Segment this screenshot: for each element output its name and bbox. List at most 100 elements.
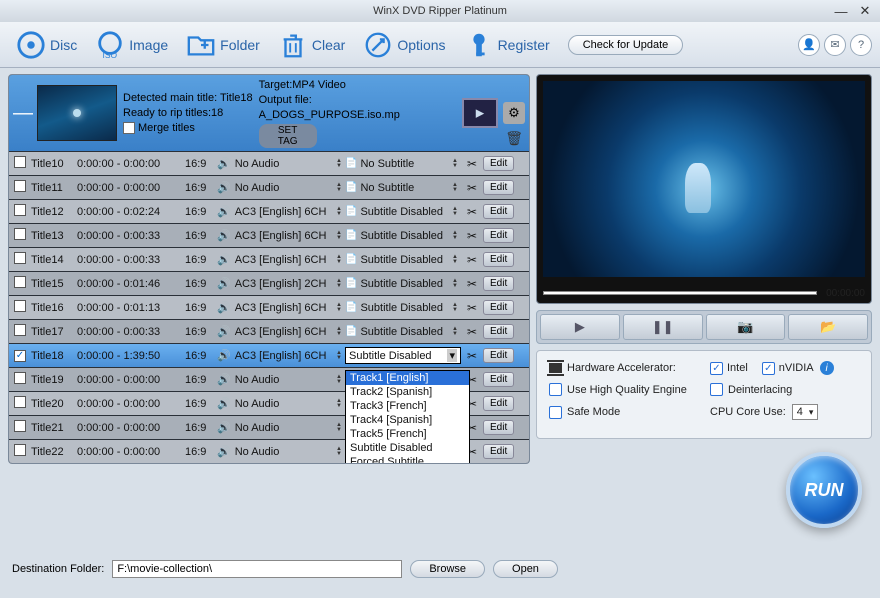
merge-titles-checkbox[interactable]: Merge titles [123,122,253,134]
title-checkbox[interactable] [14,444,26,456]
edit-button[interactable]: Edit [483,348,514,363]
audio-stepper[interactable]: ▲▼ [336,399,342,409]
edit-button[interactable]: Edit [483,204,514,219]
info-icon[interactable]: i [820,361,834,375]
subtitle-stepper[interactable]: ▲▼ [452,279,458,289]
deinterlacing-checkbox[interactable]: Deinterlacing [710,383,792,396]
title-row[interactable]: Title16 0:00:00 - 0:01:13 16:9 🔊AC3 [Eng… [9,295,529,319]
title-checkbox[interactable] [14,420,26,432]
pause-button[interactable]: ❚❚ [623,314,703,340]
subtitle-stepper[interactable]: ▲▼ [452,183,458,193]
scissors-icon[interactable]: ✂ [461,229,483,243]
edit-button[interactable]: Edit [483,372,514,387]
play-button[interactable]: ▶ [540,314,620,340]
audio-stepper[interactable]: ▲▼ [336,423,342,433]
check-update-button[interactable]: Check for Update [568,35,684,55]
help-icon[interactable]: ? [850,34,872,56]
run-button[interactable]: RUN [786,452,862,528]
title-checkbox[interactable] [14,156,26,168]
title-row[interactable]: Title15 0:00:00 - 0:01:46 16:9 🔊AC3 [Eng… [9,271,529,295]
edit-button[interactable]: Edit [483,300,514,315]
subtitle-stepper[interactable]: ▲▼ [452,231,458,241]
set-tag-button[interactable]: SET TAG [259,124,317,148]
safe-mode-checkbox[interactable]: Safe Mode [549,406,620,419]
title-checkbox[interactable] [14,180,26,192]
audio-stepper[interactable]: ▲▼ [336,327,342,337]
audio-stepper[interactable]: ▲▼ [336,279,342,289]
close-button[interactable]: ✕ [856,4,874,18]
edit-button[interactable]: Edit [483,180,514,195]
subtitle-select[interactable]: Subtitle Disabled [345,347,461,364]
account-icon[interactable]: 👤 [798,34,820,56]
title-checkbox[interactable] [14,396,26,408]
output-preview-button[interactable] [462,98,498,128]
mail-icon[interactable]: ✉ [824,34,846,56]
options-button[interactable]: Options [355,26,453,64]
subtitle-option[interactable]: Track1 [English] [346,371,469,385]
audio-stepper[interactable]: ▲▼ [336,351,342,361]
subtitle-option[interactable]: Track3 [French] [346,399,469,413]
subtitle-stepper[interactable]: ▲▼ [452,207,458,217]
edit-button[interactable]: Edit [483,324,514,339]
subtitle-stepper[interactable]: ▲▼ [452,255,458,265]
scissors-icon[interactable]: ✂ [461,349,483,363]
edit-button[interactable]: Edit [483,276,514,291]
audio-stepper[interactable]: ▲▼ [336,207,342,217]
title-row[interactable]: Title14 0:00:00 - 0:00:33 16:9 🔊AC3 [Eng… [9,247,529,271]
title-checkbox[interactable] [14,204,26,216]
edit-button[interactable]: Edit [483,444,514,459]
open-button[interactable]: Open [493,560,558,578]
dest-folder-input[interactable] [112,560,402,578]
hq-engine-checkbox[interactable]: Use High Quality Engine [549,383,687,396]
nvidia-checkbox[interactable]: ✓nVIDIA [762,362,814,375]
audio-stepper[interactable]: ▲▼ [336,255,342,265]
snapshot-folder-button[interactable]: 📂 [788,314,868,340]
title-checkbox[interactable] [14,324,26,336]
scissors-icon[interactable]: ✂ [461,325,483,339]
audio-stepper[interactable]: ▲▼ [336,159,342,169]
subtitle-option[interactable]: Track2 [Spanish] [346,385,469,399]
delete-icon[interactable]: 🗑 [505,130,523,147]
edit-button[interactable]: Edit [483,228,514,243]
snapshot-button[interactable]: 📷 [706,314,786,340]
subtitle-stepper[interactable]: ▲▼ [452,159,458,169]
audio-stepper[interactable]: ▲▼ [336,183,342,193]
subtitle-stepper[interactable]: ▲▼ [452,327,458,337]
register-button[interactable]: Register [456,26,558,64]
subtitle-option[interactable]: Subtitle Disabled [346,441,469,455]
title-checkbox[interactable]: ✓ [14,350,26,362]
title-checkbox[interactable] [14,276,26,288]
collapse-button[interactable]: — [13,102,31,125]
edit-button[interactable]: Edit [483,396,514,411]
output-settings-button[interactable]: ⚙ [503,102,525,124]
disc-button[interactable]: Disc [8,26,85,64]
clear-button[interactable]: Clear [270,26,353,64]
title-checkbox[interactable] [14,252,26,264]
scissors-icon[interactable]: ✂ [461,181,483,195]
title-row[interactable]: Title13 0:00:00 - 0:00:33 16:9 🔊AC3 [Eng… [9,223,529,247]
title-checkbox[interactable] [14,300,26,312]
intel-checkbox[interactable]: ✓Intel [710,362,748,375]
audio-stepper[interactable]: ▲▼ [336,375,342,385]
scissors-icon[interactable]: ✂ [461,277,483,291]
browse-button[interactable]: Browse [410,560,485,578]
audio-stepper[interactable]: ▲▼ [336,303,342,313]
title-row[interactable]: Title10 0:00:00 - 0:00:00 16:9 🔊No Audio… [9,151,529,175]
subtitle-option[interactable]: Track4 [Spanish] [346,413,469,427]
scissors-icon[interactable]: ✂ [461,157,483,171]
edit-button[interactable]: Edit [483,156,514,171]
title-row[interactable]: Title11 0:00:00 - 0:00:00 16:9 🔊No Audio… [9,175,529,199]
title-row[interactable]: Title17 0:00:00 - 0:00:33 16:9 🔊AC3 [Eng… [9,319,529,343]
scissors-icon[interactable]: ✂ [461,253,483,267]
title-row[interactable]: ✓ Title18 0:00:00 - 1:39:50 16:9 🔊AC3 [E… [9,343,529,367]
minimize-button[interactable]: — [832,4,850,18]
edit-button[interactable]: Edit [483,252,514,267]
audio-stepper[interactable]: ▲▼ [336,447,342,457]
title-checkbox[interactable] [14,372,26,384]
seek-bar[interactable] [543,291,817,295]
folder-button[interactable]: Folder [178,26,268,64]
scissors-icon[interactable]: ✂ [461,301,483,315]
audio-stepper[interactable]: ▲▼ [336,231,342,241]
title-row[interactable]: Title12 0:00:00 - 0:02:24 16:9 🔊AC3 [Eng… [9,199,529,223]
title-checkbox[interactable] [14,228,26,240]
